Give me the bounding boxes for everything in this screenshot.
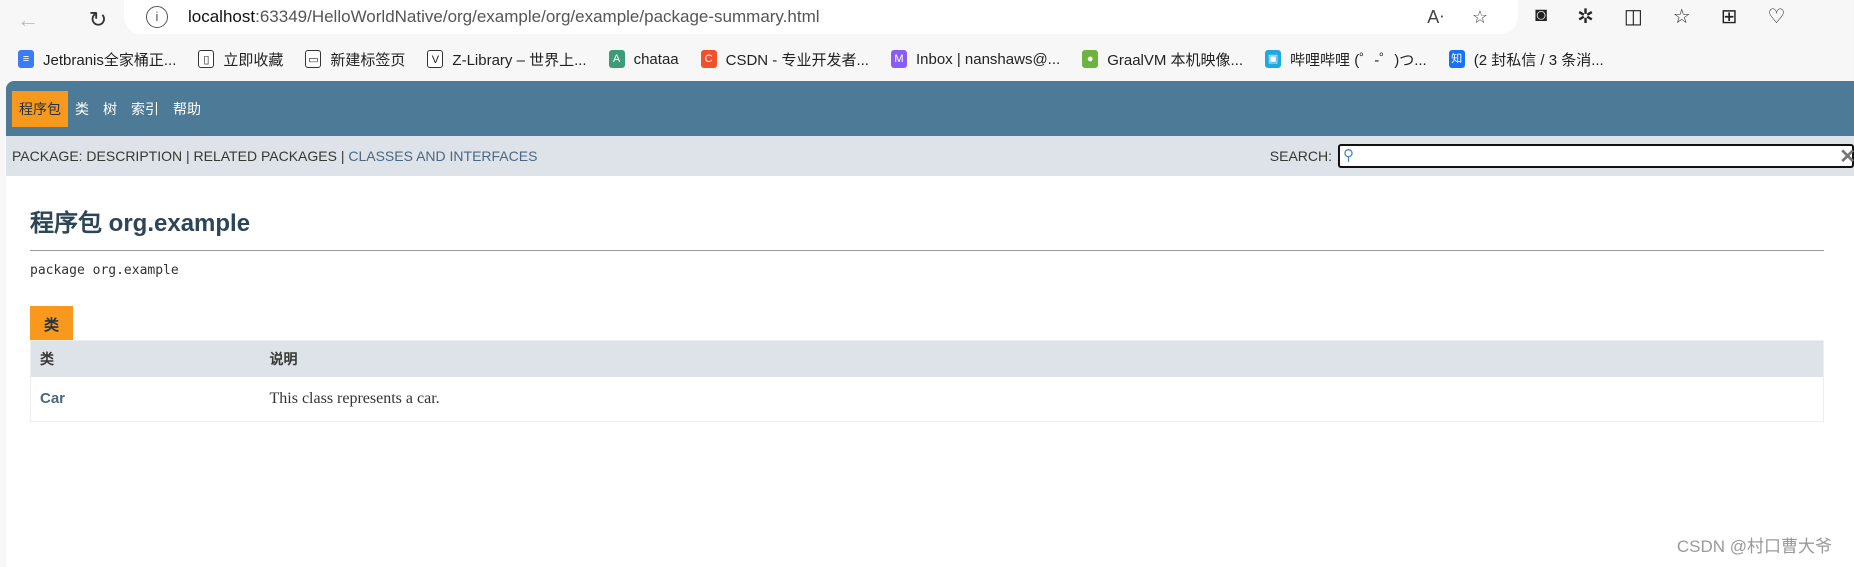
search-icon: ⚲ (1343, 147, 1354, 164)
nav-help[interactable]: 帮助 (166, 91, 208, 127)
bookmark-label: chataa (633, 50, 679, 68)
bookmark-icon: A (608, 50, 625, 68)
classes-link[interactable]: CLASSES AND INTERFACES (348, 148, 537, 164)
star-icon[interactable]: ☆ (1472, 7, 1488, 28)
bookmark-icon: ▯ (198, 50, 215, 68)
header-description: 说明 (260, 340, 1824, 377)
info-icon[interactable]: i (146, 6, 168, 28)
bookmarks-bar: ≡ Jetbranis全家桶正... ▯ 立即收藏 ▭ 新建标签页 V Z-Library –… (0, 42, 1854, 76)
class-description: This class represents a car. (269, 389, 440, 407)
header-class: 类 (30, 340, 261, 377)
package-declaration: package org.example (30, 263, 179, 278)
bookmark-item[interactable]: ▯ 立即收藏 (198, 49, 283, 70)
bookmark-icon: M (890, 50, 907, 68)
bookmark-item[interactable]: V Z-Library – 世界上... (427, 49, 587, 70)
javadoc-page: 程序包 类 树 索引 帮助 PACKAGE: DESCRIPTION | REL… (6, 81, 1854, 567)
extension-icon[interactable]: ◙ (1535, 4, 1547, 29)
url-path: :63349/HelloWorldNative/org/example/org/… (255, 7, 820, 26)
watermark: CSDN @村口曹大爷 (1676, 537, 1832, 556)
bookmark-icon: C (700, 50, 717, 68)
bookmark-item[interactable]: C CSDN - 专业开发者... (700, 49, 869, 70)
bookmark-item[interactable]: ▭ 新建标签页 (305, 49, 405, 70)
bookmark-label: Z-Library – 世界上... (452, 51, 587, 69)
nav-tree[interactable]: 树 (96, 91, 124, 127)
bookmark-label: Jetbranis全家桶正... (43, 51, 177, 69)
bookmark-label: (2 封私信 / 3 条消... (1473, 51, 1604, 69)
nav-index[interactable]: 索引 (124, 91, 166, 127)
subnav-text: PACKAGE: DESCRIPTION | RELATED PACKAGES … (12, 148, 349, 164)
address-bar[interactable]: i localhost:63349/HelloWorldNative/org/e… (124, 0, 1518, 34)
bookmark-label: GraalVM 本机映像... (1107, 51, 1244, 69)
sub-nav: PACKAGE: DESCRIPTION | RELATED PACKAGES … (6, 136, 1854, 176)
classes-tab[interactable]: 类 (30, 306, 74, 340)
bookmark-label: 立即收藏 (223, 51, 284, 69)
bookmark-icon: V (427, 50, 444, 68)
class-link[interactable]: Car (40, 390, 65, 407)
bookmark-icon: ▣ (1265, 50, 1282, 68)
class-summary-table: 类说明 Car This class represents a car. (30, 340, 1824, 422)
back-icon[interactable]: ← (8, 7, 48, 33)
bookmark-icon: 知 (1448, 50, 1465, 68)
bookmark-label: 新建标签页 (330, 51, 406, 69)
search-input[interactable]: ⚲ ✕ (1338, 144, 1854, 168)
bookmark-label: Inbox | nanshaws@... (915, 50, 1061, 68)
bookmark-item[interactable]: Achataa (608, 50, 679, 68)
page-title: 程序包 org.example (30, 203, 1824, 251)
top-nav: 程序包 类 树 索引 帮助 (6, 81, 1854, 136)
bookmark-item[interactable]: ▣ 哔哩哔哩 (゜-゜)つ... (1265, 49, 1427, 70)
bookmark-label: 哔哩哔哩 (゜-゜)つ... (1290, 51, 1427, 69)
nav-class[interactable]: 类 (68, 91, 96, 127)
read-aloud-icon[interactable]: A͏ᐧ (1427, 7, 1444, 28)
url-host: localhost (188, 7, 256, 26)
bookmark-item[interactable]: M Inbox | nanshaws@... (890, 50, 1061, 68)
bookmark-label: CSDN - 专业开发者... (725, 51, 869, 69)
bookmark-item[interactable]: 知 (2 封私信 / 3 条消... (1448, 49, 1604, 70)
bookmark-item[interactable]: ≡ Jetbranis全家桶正... (18, 49, 176, 70)
table-row: Car This class represents a car. (31, 377, 1824, 422)
bookmark-icon: ≡ (18, 50, 34, 68)
clear-icon[interactable]: ✕ (1839, 144, 1854, 169)
bookmark-item[interactable]: ● GraalVM 本机映像... (1082, 49, 1243, 70)
nav-package[interactable]: 程序包 (12, 90, 68, 127)
search-label: SEARCH: (1269, 148, 1332, 164)
split-screen-icon[interactable]: ◫ (1624, 4, 1643, 29)
reload-icon[interactable]: ↻ (78, 7, 118, 33)
puzzle-icon[interactable]: ✲ (1577, 4, 1594, 29)
favorites-icon[interactable]: ☆ (1673, 4, 1691, 29)
browser-tools: ◙ ✲ ◫ ☆ ⊞ ♡ (1535, 4, 1785, 29)
collections-icon[interactable]: ⊞ (1721, 4, 1738, 29)
bookmark-icon: ● (1082, 50, 1099, 68)
health-icon[interactable]: ♡ (1767, 4, 1785, 29)
bookmark-icon: ▭ (305, 50, 322, 68)
